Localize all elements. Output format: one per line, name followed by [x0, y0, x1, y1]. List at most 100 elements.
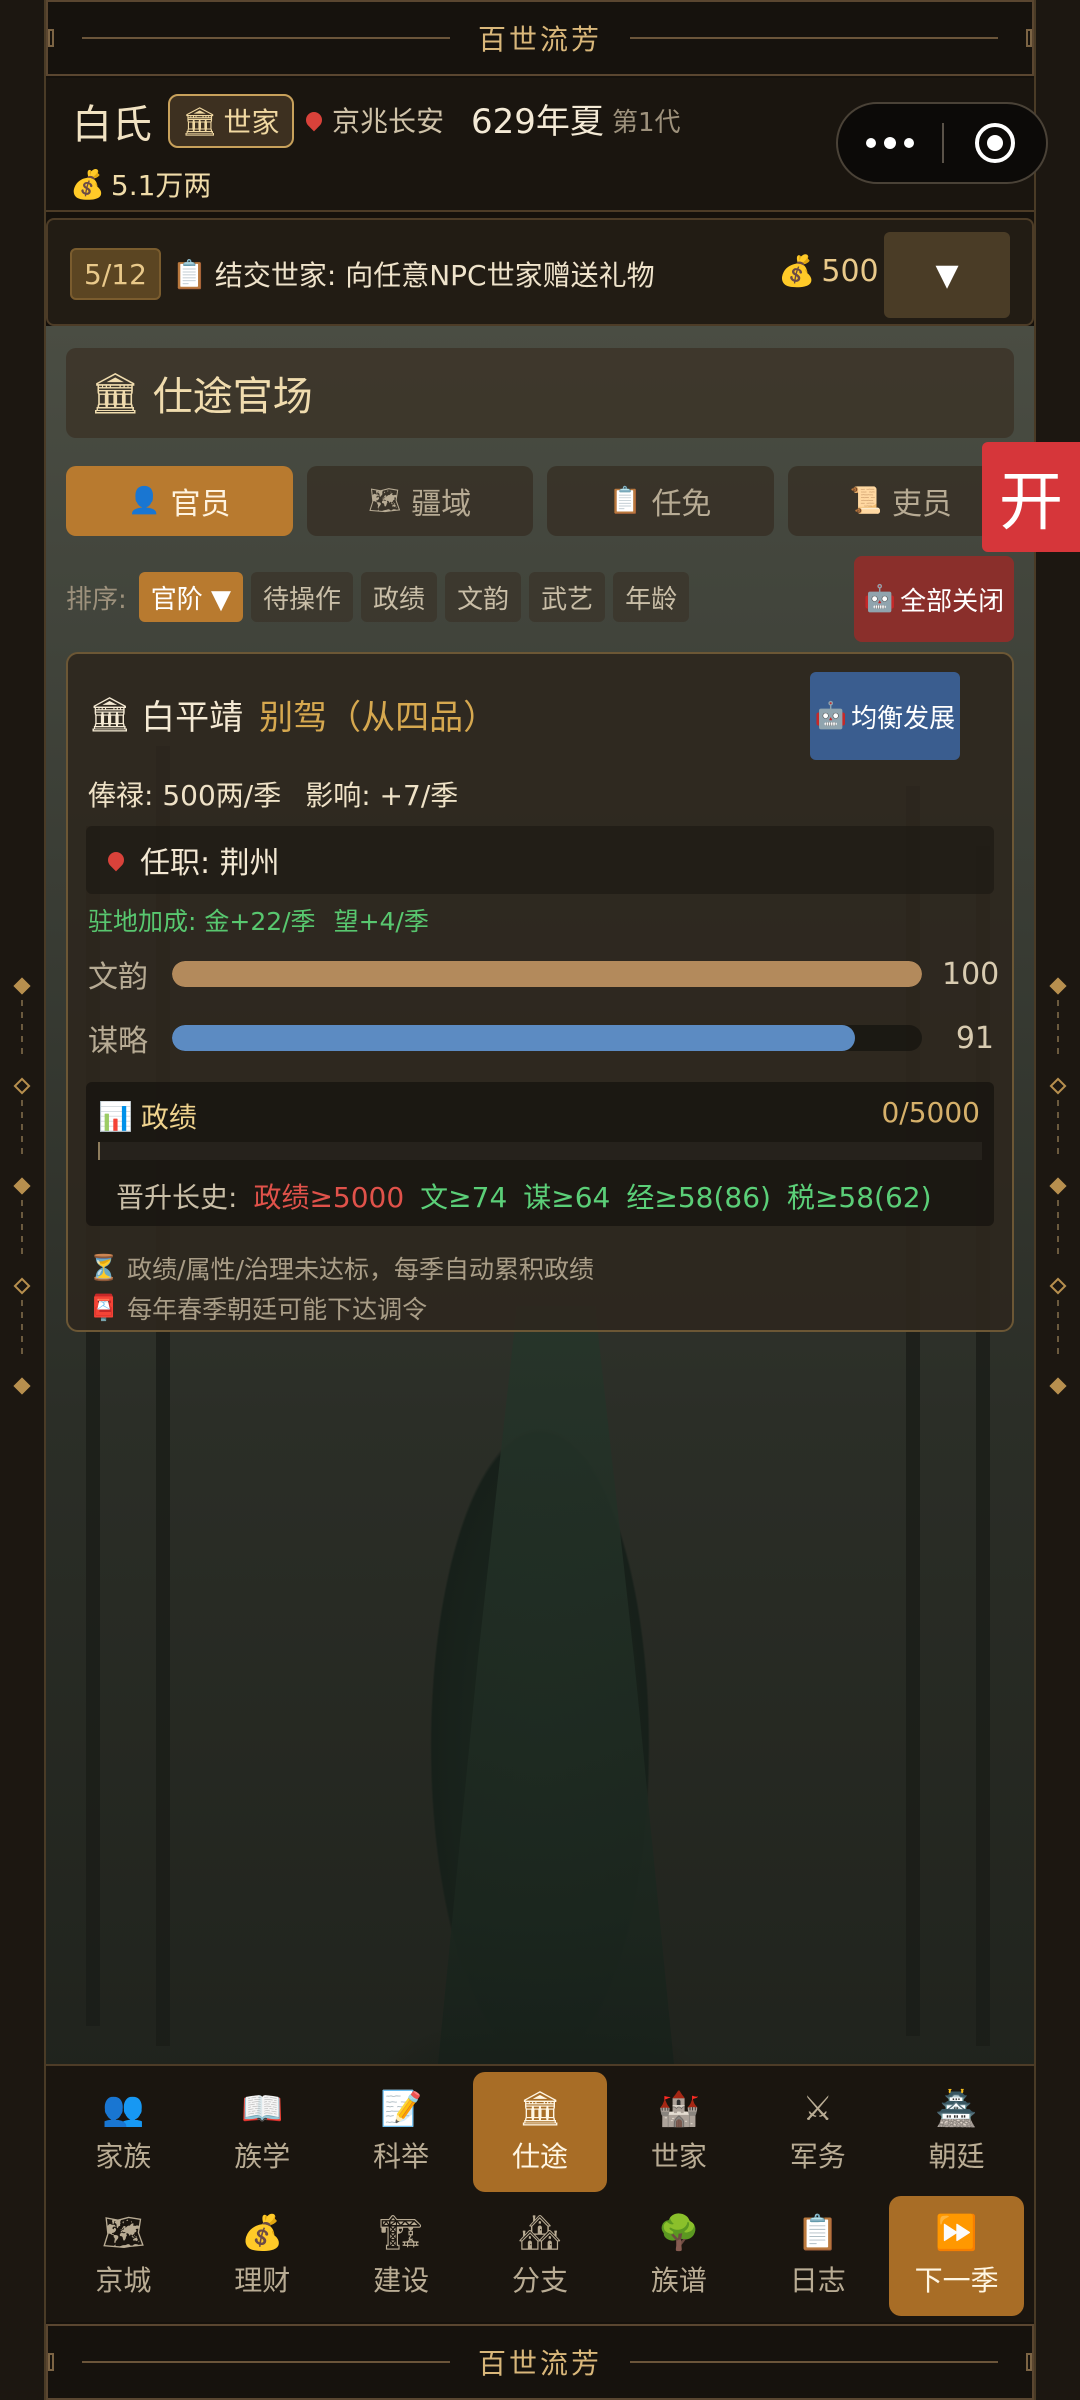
nav-next-season[interactable]: ⏩ 下一季 — [889, 2196, 1024, 2316]
tab-officials[interactable]: 👤 官员 — [66, 466, 293, 536]
nav-label: 下一季 — [914, 2264, 999, 2297]
nav-school[interactable]: 📖 族学 — [195, 2072, 330, 2192]
quest-expand-button[interactable]: ▼ — [884, 232, 1010, 318]
tab-appointments[interactable]: 📋 任免 — [547, 466, 774, 536]
stat-row-literary: 文韵 100 — [88, 954, 999, 996]
stat-bar — [172, 961, 922, 987]
rail-ornament — [0, 977, 44, 1420]
nav-row-2: 🗺 京城 💰 理财 🏗 建设 🏘 分支 🌳 族谱 📋 日志 ⏩ 下一季 — [56, 2196, 1024, 2316]
nav-label: 族谱 — [650, 2264, 707, 2297]
court-icon: 🏯 — [935, 2089, 978, 2129]
game-frame: 百世流芳 白氏 🏛 世家 京兆长安 629年夏 第1代 💰 5.1万两 5/12… — [46, 0, 1034, 2400]
official-income: 俸禄: 500两/季 影响: +7/季 — [88, 774, 458, 814]
location: 京兆长安 — [302, 100, 444, 140]
branch-icon: 🏘 — [518, 2213, 562, 2253]
official-card: 🏛 白平靖 别驾（从四品） 🤖 均衡发展 俸禄: 500两/季 影响: +7/季… — [66, 652, 1014, 1332]
nav-label: 理财 — [234, 2264, 291, 2297]
more-icon[interactable] — [838, 137, 942, 149]
sort-bar: 排序: 官阶 ▼ 待操作 政绩 文韵 武艺 年龄 🤖 全部关闭 — [66, 556, 1014, 642]
stat-bar-fill — [172, 1025, 855, 1051]
log-icon: 📋 — [796, 2213, 839, 2253]
performance-title: 📊 政绩 — [98, 1099, 197, 1135]
nav-label: 建设 — [373, 2264, 430, 2297]
sort-martial[interactable]: 武艺 — [529, 572, 606, 622]
military-icon: ⚔ — [802, 2089, 833, 2129]
nav-label: 世家 — [650, 2140, 707, 2173]
robot-icon: 🤖 — [863, 584, 897, 614]
official-post[interactable]: 任职: 荆州 — [86, 826, 994, 894]
balanced-development-button[interactable]: 🤖 均衡发展 — [810, 672, 960, 760]
pin-icon — [104, 848, 128, 872]
nav-label: 家族 — [95, 2140, 152, 2173]
rail-ornament — [1036, 977, 1080, 1420]
nav-label: 分支 — [511, 2264, 568, 2297]
nav-finance[interactable]: 💰 理财 — [195, 2196, 330, 2316]
nav-label: 军务 — [789, 2140, 846, 2173]
nav-capital[interactable]: 🗺 京城 — [56, 2196, 191, 2316]
panel-title: 🏛 仕途官场 — [66, 348, 1014, 438]
nav-exam[interactable]: 📝 科举 — [334, 2072, 469, 2192]
sort-performance[interactable]: 政绩 — [361, 572, 438, 622]
stat-label: 文韵 — [88, 960, 148, 995]
nav-genealogy[interactable]: 🌳 族谱 — [611, 2196, 746, 2316]
req-strategy: 谋≥64 — [523, 1181, 611, 1214]
next-season-icon: ⏩ — [935, 2213, 978, 2253]
tab-clerks[interactable]: 📜 吏员 — [787, 466, 1014, 536]
sort-rank-dropdown[interactable]: 官阶 ▼ — [138, 572, 244, 622]
stat-label: 谋略 — [88, 1024, 148, 1059]
clan-type-badge[interactable]: 🏛 世家 — [168, 94, 294, 148]
sort-pending[interactable]: 待操作 — [251, 572, 354, 622]
nav-branch[interactable]: 🏘 分支 — [473, 2196, 608, 2316]
nav-build[interactable]: 🏗 建设 — [334, 2196, 469, 2316]
quest-bar[interactable]: 5/12 📋 结交世家: 向任意NPC世家赠送礼物 💰 500 ▼ — [46, 218, 1034, 326]
right-rail — [1034, 0, 1080, 2400]
temple-icon: 🏛 — [88, 694, 132, 735]
money-bag-icon: 💰 — [778, 254, 816, 289]
nav-court[interactable]: 🏯 朝廷 — [889, 2072, 1024, 2192]
chart-icon: 📊 — [98, 1099, 133, 1133]
official-name: 🏛 白平靖 别驾（从四品） — [88, 690, 497, 739]
school-icon: 📖 — [241, 2089, 284, 2129]
career-icon: 🏛 — [518, 2089, 562, 2129]
banner-title: 百世流芳 — [478, 23, 603, 56]
nav-clans[interactable]: 🏰 世家 — [611, 2072, 746, 2192]
clans-icon: 🏰 — [657, 2089, 701, 2129]
clan-surname: 白氏 — [72, 102, 152, 148]
quest-task: 📋 结交世家: 向任意NPC世家赠送礼物 — [172, 257, 655, 293]
close-all-button[interactable]: 🤖 全部关闭 — [854, 556, 1014, 642]
tab-territory[interactable]: 🗺 疆域 — [306, 466, 533, 536]
side-open-tab[interactable]: 开 — [982, 442, 1080, 552]
promotion-label: 晋升长史: — [116, 1181, 238, 1214]
temple-icon: 🏛 — [182, 104, 218, 138]
nav-label: 京城 — [95, 2264, 152, 2297]
nav-career[interactable]: 🏛 仕途 — [472, 2072, 608, 2192]
quest-progress: 5/12 — [70, 248, 161, 300]
nav-military[interactable]: ⚔ 军务 — [750, 2072, 885, 2192]
nav-label: 族学 — [234, 2140, 291, 2173]
person-icon: 👤 — [128, 486, 161, 516]
bottom-banner: 百世流芳 — [46, 2324, 1034, 2400]
nav-label: 仕途 — [511, 2140, 568, 2173]
top-banner: 百世流芳 — [46, 0, 1034, 76]
performance-panel: 📊 政绩 0/5000 晋升长史: 政绩≥5000 文≥74 谋≥64 经≥58… — [86, 1082, 994, 1226]
nav-log[interactable]: 📋 日志 — [750, 2196, 885, 2316]
sort-literary[interactable]: 文韵 — [445, 572, 522, 622]
money-bag-icon: 💰 — [70, 167, 105, 201]
map-icon: 🗺 — [368, 486, 402, 516]
build-icon: 🏗 — [379, 2213, 423, 2253]
capital-icon: 🗺 — [101, 2213, 145, 2253]
robot-icon: 🤖 — [814, 701, 848, 731]
req-tax: 税≥58(62) — [786, 1181, 932, 1214]
temple-icon: 🏛 — [90, 370, 141, 417]
nav-label: 朝廷 — [928, 2140, 985, 2173]
post-bonus: 驻地加成: 金+22/季 望+4/季 — [88, 907, 429, 936]
nav-family[interactable]: 👥 家族 — [56, 2072, 191, 2192]
finance-icon: 💰 — [241, 2213, 284, 2253]
scroll-icon: 📜 — [849, 486, 882, 516]
sort-label: 排序: — [66, 584, 127, 615]
stat-bar-fill — [172, 961, 922, 987]
promotion-requirements: 晋升长史: 政绩≥5000 文≥74 谋≥64 经≥58(86) 税≥58(62… — [116, 1176, 932, 1216]
close-target-icon[interactable] — [944, 123, 1046, 163]
sort-age[interactable]: 年龄 — [613, 572, 690, 622]
quest-reward: 💰 500 — [778, 254, 879, 289]
